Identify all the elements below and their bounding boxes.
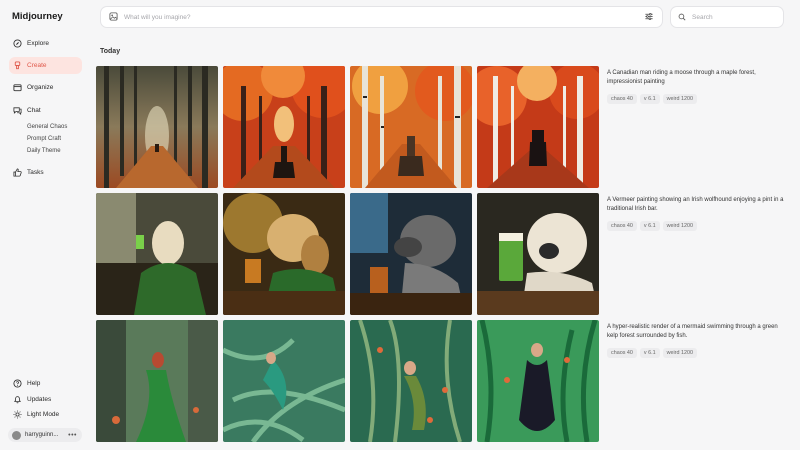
chat-room-general-chaos[interactable]: General Chaos: [27, 124, 67, 130]
sidebar-item-explore[interactable]: Explore: [9, 35, 82, 52]
chat-room-daily-theme[interactable]: Daily Theme: [27, 148, 61, 154]
app-logo[interactable]: Midjourney: [12, 11, 63, 22]
param-chip[interactable]: v 6.1: [639, 94, 660, 104]
generated-image[interactable]: [477, 320, 599, 442]
param-chip[interactable]: weird 1200: [662, 94, 697, 104]
generated-image[interactable]: [223, 193, 345, 315]
image-upload-icon[interactable]: [109, 8, 118, 26]
more-options-icon[interactable]: •••: [68, 432, 77, 439]
param-chip[interactable]: chaos 40: [607, 94, 637, 104]
param-chip[interactable]: weird 1200: [662, 348, 697, 358]
chat-room-prompt-craft[interactable]: Prompt Craft: [27, 136, 61, 142]
sidebar: Midjourney Explore Create Organize Chat …: [0, 0, 90, 450]
job-params: chaos 40 v 6.1 weird 1200: [607, 348, 697, 358]
param-chip[interactable]: weird 1200: [662, 221, 697, 231]
settings-sliders-icon[interactable]: [644, 8, 654, 26]
section-title-today: Today: [100, 48, 121, 55]
job-prompt[interactable]: A Canadian man riding a moose through a …: [607, 69, 787, 87]
job-row: A Canadian man riding a moose through a …: [96, 66, 796, 188]
user-menu[interactable]: harryguinn... •••: [8, 428, 82, 442]
generated-image[interactable]: [96, 66, 218, 188]
job-prompt[interactable]: A hyper-realistic render of a mermaid sw…: [607, 323, 787, 341]
generated-image[interactable]: [477, 193, 599, 315]
sidebar-item-label: Tasks: [27, 169, 44, 176]
job-params: chaos 40 v 6.1 weird 1200: [607, 94, 697, 104]
param-chip[interactable]: v 6.1: [639, 221, 660, 231]
generated-image[interactable]: [477, 66, 599, 188]
sidebar-item-organize[interactable]: Organize: [9, 79, 82, 96]
sidebar-item-label: Explore: [27, 40, 50, 47]
sidebar-item-label: Light Mode: [27, 411, 60, 418]
sidebar-item-label: Organize: [27, 84, 54, 91]
avatar: [12, 430, 21, 440]
param-chip[interactable]: chaos 40: [607, 221, 637, 231]
compass-icon: [13, 39, 22, 48]
search-box[interactable]: Search: [670, 6, 784, 28]
generated-image[interactable]: [350, 193, 472, 315]
sidebar-item-help[interactable]: Help: [9, 375, 82, 392]
sidebar-item-light-mode[interactable]: Light Mode: [9, 406, 82, 423]
job-row: A Vermeer painting showing an Irish wolf…: [96, 193, 796, 315]
sidebar-item-chat[interactable]: Chat: [9, 102, 82, 119]
sun-icon: [13, 410, 22, 419]
param-chip[interactable]: chaos 40: [607, 348, 637, 358]
generated-image[interactable]: [96, 320, 218, 442]
job-row: A hyper-realistic render of a mermaid sw…: [96, 320, 796, 442]
imagine-input[interactable]: What will you imagine?: [124, 14, 644, 21]
sidebar-item-label: Create: [27, 62, 47, 69]
bell-icon: [13, 395, 22, 404]
search-input[interactable]: Search: [692, 14, 713, 21]
help-icon: [13, 379, 22, 388]
sidebar-item-tasks[interactable]: Tasks: [9, 164, 82, 181]
thumbs-up-icon: [13, 168, 22, 177]
user-name: harryguinn...: [25, 432, 59, 438]
sidebar-item-label: Chat: [27, 107, 41, 114]
sidebar-item-create[interactable]: Create: [9, 57, 82, 74]
imagine-bar[interactable]: What will you imagine?: [100, 6, 663, 28]
folder-icon: [13, 83, 22, 92]
sidebar-item-label: Updates: [27, 396, 52, 403]
job-params: chaos 40 v 6.1 weird 1200: [607, 221, 697, 231]
generated-image[interactable]: [223, 320, 345, 442]
param-chip[interactable]: v 6.1: [639, 348, 660, 358]
search-icon: [678, 8, 686, 26]
sidebar-item-label: Help: [27, 380, 41, 387]
generated-image[interactable]: [96, 193, 218, 315]
chat-icon: [13, 106, 22, 115]
generated-image[interactable]: [223, 66, 345, 188]
generated-image[interactable]: [350, 320, 472, 442]
job-prompt[interactable]: A Vermeer painting showing an Irish wolf…: [607, 196, 787, 214]
brush-icon: [13, 61, 22, 70]
generated-image[interactable]: [350, 66, 472, 188]
